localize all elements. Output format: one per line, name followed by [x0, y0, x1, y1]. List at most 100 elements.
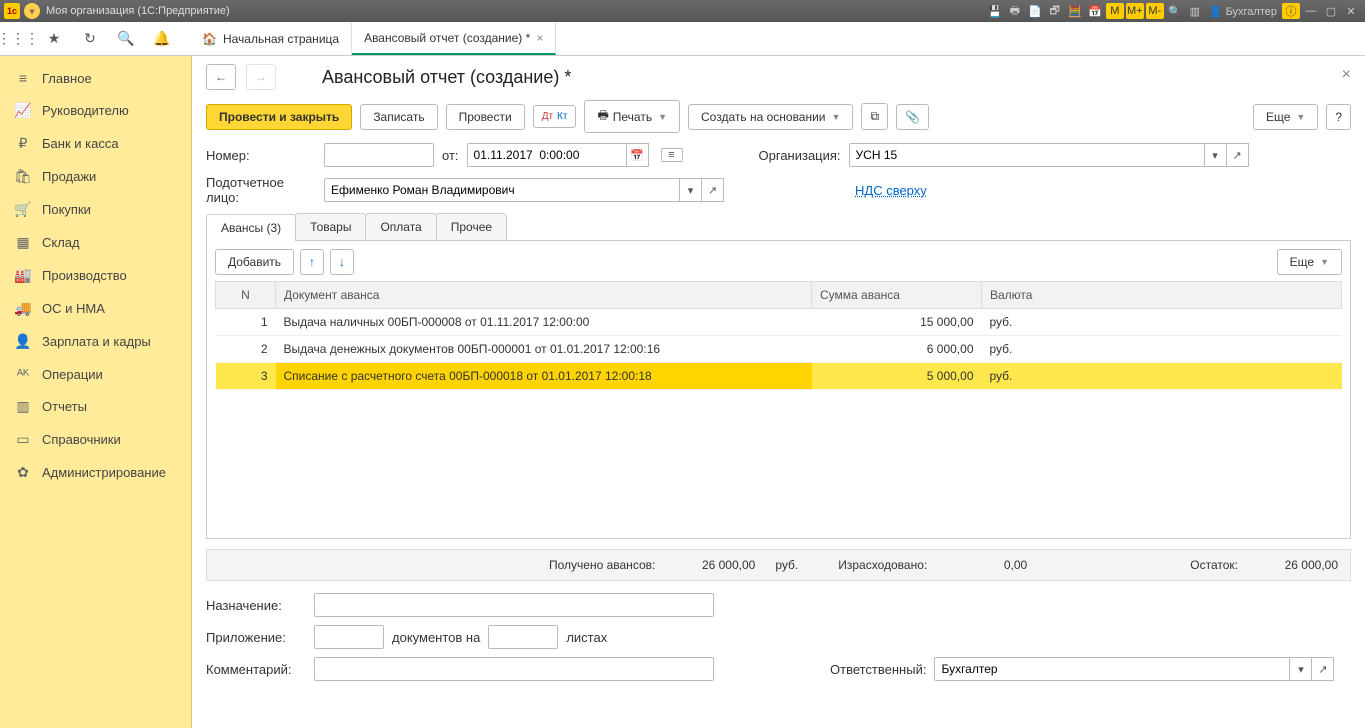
move-down-button[interactable]: ↓ [330, 249, 354, 275]
sidebar-item-operations[interactable]: ᴬᴷОперации [0, 358, 191, 390]
received-currency: руб. [775, 558, 798, 572]
forward-button[interactable]: → [246, 64, 276, 90]
attachment-docs-input[interactable] [314, 625, 384, 649]
number-input[interactable] [324, 143, 434, 167]
add-row-button[interactable]: Добавить [215, 249, 294, 275]
table-row-selected[interactable]: 3 Списание с расчетного счета 00БП-00001… [216, 363, 1342, 390]
m-button[interactable]: M [1106, 3, 1124, 19]
info-icon[interactable]: ⓘ [1282, 3, 1300, 19]
sidebar-item-main[interactable]: ≡Главное [0, 62, 191, 94]
close-window-icon[interactable]: ✕ [1342, 3, 1360, 19]
received-label: Получено авансов: [549, 558, 655, 572]
calendar-icon[interactable]: 📅 [1086, 3, 1104, 19]
structure-button[interactable]: ⧉ [861, 103, 888, 130]
process-button[interactable]: Провести [446, 104, 525, 130]
purpose-input[interactable] [314, 593, 714, 617]
tab-close-icon[interactable]: × [536, 31, 543, 45]
docs-on-label: документов на [392, 630, 480, 645]
from-label: от: [442, 148, 459, 163]
attach-button[interactable]: 📎 [896, 104, 929, 130]
sidebar-item-purchases[interactable]: 🛒Покупки [0, 193, 191, 226]
org-input[interactable] [849, 143, 1205, 167]
panel-icon[interactable]: ▥ [1186, 3, 1204, 19]
sidebar-item-bank[interactable]: ₽Банк и касса [0, 127, 191, 160]
calc-icon[interactable]: 🧮 [1066, 3, 1084, 19]
dtkt-icon: Дт [542, 111, 553, 122]
rest-label: Остаток: [1190, 558, 1238, 572]
create-based-on-button[interactable]: Создать на основании▼ [688, 104, 853, 130]
col-sum[interactable]: Сумма аванса [812, 282, 982, 309]
print-button[interactable]: 🖶Печать▼ [584, 100, 680, 133]
number-label: Номер: [206, 148, 316, 163]
print-icon[interactable]: 🖶 [1006, 3, 1024, 19]
calendar-picker-icon[interactable]: 📅 [627, 143, 649, 167]
apps-icon[interactable]: ⋮⋮⋮ [4, 25, 32, 53]
m-minus-button[interactable]: M- [1146, 3, 1164, 19]
tab-home[interactable]: 🏠 Начальная страница [190, 22, 352, 55]
table-row[interactable]: 1 Выдача наличных 00БП-000008 от 01.11.2… [216, 309, 1342, 336]
person-input[interactable] [324, 178, 680, 202]
minimize-icon[interactable]: — [1302, 3, 1320, 19]
sidebar-item-production[interactable]: 🏭Производство [0, 259, 191, 292]
tab-advances[interactable]: Авансы (3) [206, 214, 296, 241]
tab-goods[interactable]: Товары [295, 213, 366, 240]
favorite-icon[interactable]: ★ [40, 25, 68, 53]
search-icon[interactable]: 🔍 [112, 25, 140, 53]
col-doc[interactable]: Документ аванса [276, 282, 812, 309]
responsible-dropdown-icon[interactable]: ▾ [1290, 657, 1312, 681]
responsible-open-icon[interactable]: ↗ [1312, 657, 1334, 681]
col-n[interactable]: N [216, 282, 276, 309]
sidebar-item-manager[interactable]: 📈Руководителю [0, 94, 191, 127]
window-titlebar: 1c ▾ Моя организация (1С:Предприятие) 💾 … [0, 0, 1365, 22]
move-up-button[interactable]: ↑ [300, 249, 324, 275]
rest-value: 26 000,00 [1258, 558, 1338, 572]
app-menu-dropdown-icon[interactable]: ▾ [24, 3, 40, 19]
help-button[interactable]: ? [1326, 104, 1351, 130]
spent-value: 0,00 [947, 558, 1027, 572]
sidebar-item-assets[interactable]: 🚚ОС и НМА [0, 292, 191, 325]
person-dropdown-icon[interactable]: ▾ [680, 178, 702, 202]
col-cur[interactable]: Валюта [982, 282, 1342, 309]
nds-link[interactable]: НДС сверху [855, 183, 927, 198]
save-button[interactable]: Записать [360, 104, 437, 130]
arrow-up-icon: ↑ [309, 255, 315, 269]
process-and-close-button[interactable]: Провести и закрыть [206, 104, 352, 130]
history-icon[interactable]: ↻ [76, 25, 104, 53]
tab-active-label: Авансовый отчет (создание) * [364, 31, 530, 45]
responsible-input[interactable] [934, 657, 1290, 681]
sidebar-item-payroll[interactable]: 👤Зарплата и кадры [0, 325, 191, 358]
folder-icon: ▭ [14, 431, 32, 448]
current-user[interactable]: 👤 Бухгалтер [1209, 5, 1277, 18]
close-form-icon[interactable]: × [1342, 66, 1351, 84]
more-button[interactable]: Еще▼ [1253, 104, 1318, 130]
navigation-sidebar: ≡Главное 📈Руководителю ₽Банк и касса 🛍Пр… [0, 56, 192, 728]
date-extra-icon[interactable]: ≡ [661, 148, 683, 162]
attachment-sheets-input[interactable] [488, 625, 558, 649]
person-open-icon[interactable]: ↗ [702, 178, 724, 202]
table-row[interactable]: 2 Выдача денежных документов 00БП-000001… [216, 336, 1342, 363]
compare-icon[interactable]: 🗗 [1046, 3, 1064, 19]
tab-payment[interactable]: Оплата [365, 213, 436, 240]
dtkt-button[interactable]: ДтКт [533, 105, 577, 128]
sidebar-item-catalogs[interactable]: ▭Справочники [0, 423, 191, 456]
m-plus-button[interactable]: M+ [1126, 3, 1144, 19]
tab-advance-report[interactable]: Авансовый отчет (создание) * × [352, 22, 556, 55]
copy-icon[interactable]: 📄 [1026, 3, 1044, 19]
back-button[interactable]: ← [206, 64, 236, 90]
advances-panel: Добавить ↑ ↓ Еще▼ N Документ аванса Сумм… [206, 241, 1351, 539]
zoom-icon[interactable]: 🔍 [1166, 3, 1184, 19]
sidebar-item-warehouse[interactable]: ▦Склад [0, 226, 191, 259]
date-input[interactable] [467, 143, 627, 167]
org-open-icon[interactable]: ↗ [1227, 143, 1249, 167]
table-more-button[interactable]: Еще▼ [1277, 249, 1342, 275]
org-dropdown-icon[interactable]: ▾ [1205, 143, 1227, 167]
sidebar-item-admin[interactable]: ✿Администрирование [0, 456, 191, 489]
sidebar-item-reports[interactable]: ▥Отчеты [0, 390, 191, 423]
data-tabs: Авансы (3) Товары Оплата Прочее [206, 213, 1351, 241]
save-icon[interactable]: 💾 [986, 3, 1004, 19]
sidebar-item-sales[interactable]: 🛍Продажи [0, 160, 191, 193]
comment-input[interactable] [314, 657, 714, 681]
tab-other[interactable]: Прочее [436, 213, 507, 240]
notifications-icon[interactable]: 🔔 [148, 25, 176, 53]
maximize-icon[interactable]: ▢ [1322, 3, 1340, 19]
